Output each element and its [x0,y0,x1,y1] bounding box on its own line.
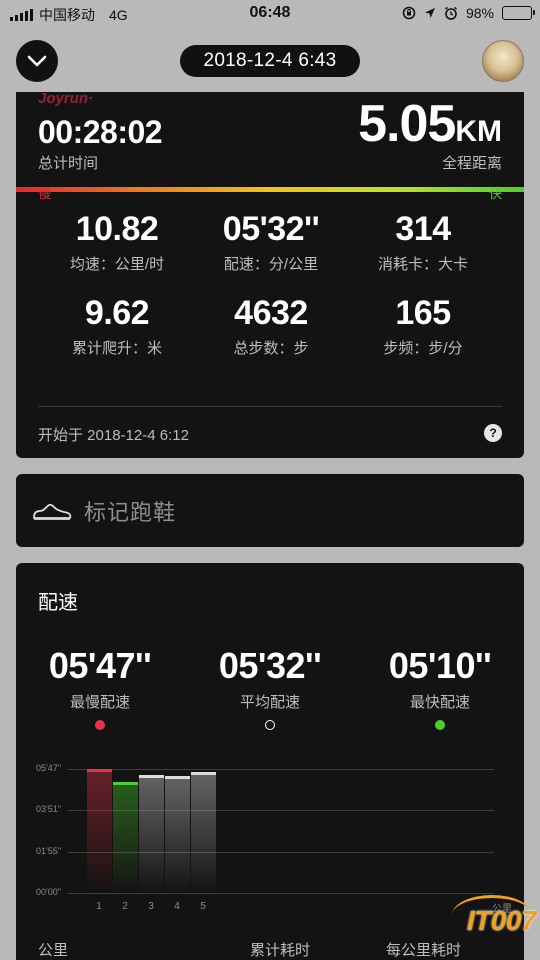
chart-x-tick-label: 5 [200,901,206,912]
stat-climb: 9.62 累计爬升：米 [32,294,202,358]
chart-gridline [68,893,494,894]
chart-y-tick-label: 01'55'' [36,845,62,856]
joyrun-watermark: Joyrun· [38,90,94,107]
slowest-pace-value: 05'47'' [48,645,152,686]
chart-bar [191,772,216,893]
fastest-pace-value: 05'10'' [388,645,492,686]
slowest-pace: 05'47'' 最慢配速 [16,645,184,730]
chevron-down-icon [27,55,47,67]
chart-bar [87,769,112,893]
stat-value: 05'32'' [222,210,320,248]
total-time-value: 00:28:02 [38,114,163,150]
mark-shoe-label: 标记跑鞋 [84,499,177,525]
stat-value: 165 [395,294,451,332]
stat-label: 总步数：步 [233,340,309,357]
speed-gradient-bar [16,187,524,192]
fast-label: 快 [488,186,502,201]
divider [38,406,502,407]
pace-card: 配速 05'47'' 最慢配速 05'32'' 平均配速 05'10'' 最快配… [16,563,524,960]
slowest-dot [95,720,105,730]
stat-label: 均速：公里/时 [69,256,165,273]
stat-label: 配速：分/公里 [223,256,319,273]
distance-value: 5.05KM [358,94,502,154]
battery-icon [502,6,535,20]
collapse-button[interactable] [16,40,58,82]
chart-bar-cap [113,782,138,786]
chart-gridline [68,769,494,770]
stat-label: 消耗卡：大卡 [377,256,468,273]
avatar[interactable] [482,40,524,82]
distance-label: 全程距离 [441,155,502,172]
stat-label: 累计爬升：米 [71,340,162,357]
chart-x-tick-label: 3 [148,901,154,912]
chart-y-tick-label: 00'00'' [36,887,62,897]
rotation-lock-icon [402,6,416,20]
chart-x-tick-label: 4 [174,901,180,912]
fastest-pace: 05'10'' 最快配速 [356,645,524,730]
slowest-pace-label: 最慢配速 [69,694,130,711]
status-bar: 中国移动 4G 06:48 98% [0,0,540,28]
stat-value: 10.82 [75,210,159,248]
stat-calories: 314 消耗卡：大卡 [338,210,508,274]
mark-shoe-button[interactable]: 标记跑鞋 [16,474,524,547]
it007-logo: IT007 [466,905,537,936]
total-time-label: 总计时间 [38,155,99,172]
pace-bar-chart: 05'47'' 03'51'' 01'55'' 00'00'' 1 2 3 4 5 [16,753,524,933]
stat-value: 314 [395,210,451,248]
shoe-icon [33,503,72,520]
stat-value: 4632 [234,294,308,332]
stat-cadence: 165 步频：步/分 [338,294,508,358]
chart-bar-cap [165,775,190,779]
average-pace: 05'32'' 平均配速 [186,645,354,730]
fastest-pace-label: 最快配速 [409,694,470,711]
run-summary-card: Joyrun· 00:28:02 总计时间 5.05KM 全程距离 慢 快 10… [16,90,524,458]
average-dot [265,720,275,730]
location-icon [424,8,435,18]
chart-bar-cap [191,772,216,776]
stat-steps: 4632 总步数：步 [186,294,356,358]
col-km: 公里 [38,942,69,959]
chart-bar [165,775,190,893]
battery-percent: 98% [465,5,494,21]
chart-bar-cap [139,775,164,778]
distance-unit: KM [455,115,502,148]
chart-bar [113,782,138,893]
fastest-dot [435,720,445,730]
col-cumulative-time: 累计耗时 [250,942,311,959]
chart-bar-cap [87,769,112,772]
pace-title: 配速 [38,592,78,614]
average-pace-value: 05'32'' [218,645,322,686]
chart-bar [139,775,164,893]
stat-pace: 05'32'' 配速：分/公里 [186,210,356,274]
start-time-text: 开始于 2018-12-4 6:12 [38,427,189,444]
distance-number: 5.05 [358,95,456,153]
average-pace-label: 平均配速 [239,694,300,711]
col-split-time: 每公里耗时 [386,942,462,959]
stat-label: 步频：步/分 [383,340,463,357]
stat-avg-speed: 10.82 均速：公里/时 [32,210,202,274]
chart-y-tick-label: 05'47'' [36,763,62,773]
stat-value: 9.62 [84,294,150,332]
help-icon[interactable]: ? [484,424,502,442]
chart-x-tick-label: 1 [96,901,102,912]
status-right: 98% [402,5,535,21]
slow-label: 慢 [38,186,52,201]
alarm-icon [445,6,457,20]
run-date-pill[interactable]: 2018-12-4 6:43 [180,45,360,77]
chart-x-tick-label: 2 [122,901,128,912]
chart-y-tick-label: 03'51'' [36,804,62,815]
